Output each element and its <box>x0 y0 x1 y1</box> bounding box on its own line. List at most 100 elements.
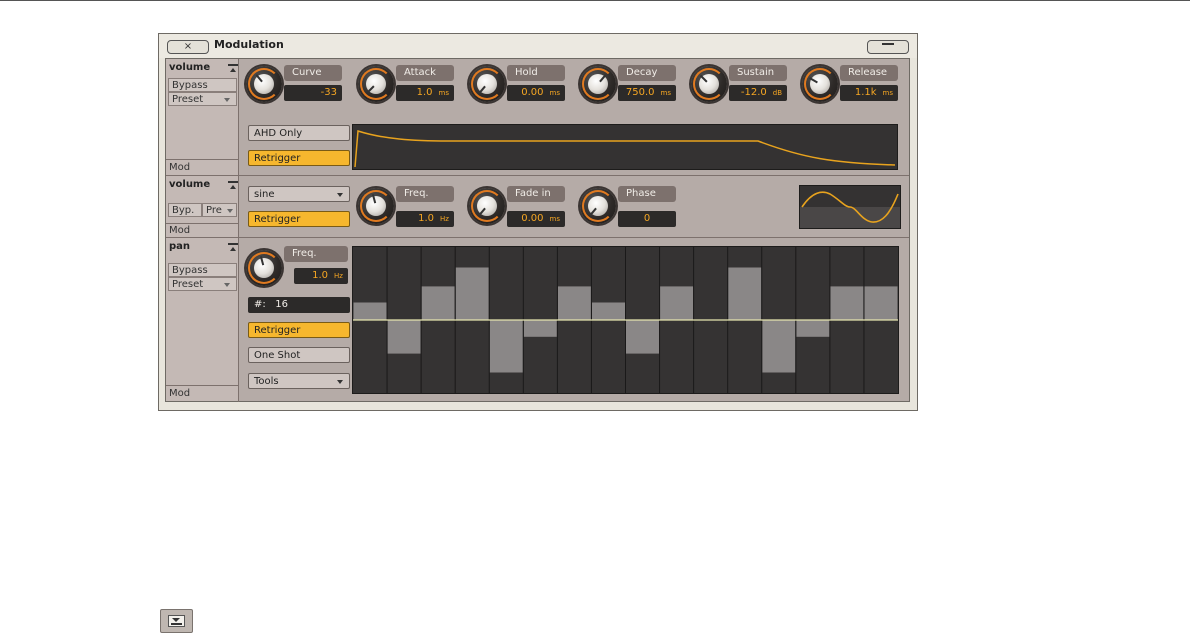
collapse-button[interactable] <box>867 40 909 54</box>
step-freq-value-text: 1.0 <box>312 270 329 281</box>
retrigger-button[interactable]: Retrigger <box>248 322 350 338</box>
step-sequencer-svg <box>353 247 898 393</box>
lfo-waveform-display <box>799 185 901 229</box>
step-bar[interactable] <box>489 320 523 373</box>
hold-unit: ms <box>549 89 560 97</box>
pin-icon[interactable] <box>228 64 238 72</box>
chevron-down-icon <box>224 98 230 102</box>
step-bar[interactable] <box>421 286 455 320</box>
chevron-down-icon <box>337 380 343 384</box>
mod-tab[interactable]: Mod <box>166 154 239 176</box>
step-bar[interactable] <box>864 286 898 320</box>
curve-value-text: -33 <box>320 87 337 98</box>
modulator-list: volume Bypass Preset Mod Curve -33 Attac… <box>165 58 910 402</box>
release-unit: ms <box>882 89 893 97</box>
step-bar[interactable] <box>796 320 830 337</box>
decay-unit: ms <box>660 89 671 97</box>
freq-value[interactable]: 1.0 Hz <box>396 211 454 227</box>
fade-in-label: Fade in <box>507 186 565 202</box>
step-freq-value[interactable]: 1.0 Hz <box>294 268 348 284</box>
bypass-button[interactable]: Bypass <box>168 263 237 277</box>
step-count-value: 16 <box>275 299 289 310</box>
slot-sidebar: pan Bypass Preset Mod <box>166 238 239 402</box>
ahd-only-button[interactable]: AHD Only <box>248 125 350 141</box>
tools-dropdown[interactable]: Tools <box>248 373 350 389</box>
step-bar[interactable] <box>557 286 591 320</box>
decay-value[interactable]: 750.0 ms <box>618 85 676 101</box>
step-bar[interactable] <box>728 267 762 321</box>
attack-value-text: 1.0 <box>416 87 433 98</box>
expand-panel-button[interactable] <box>160 609 193 633</box>
envelope-curve <box>354 129 896 168</box>
bypass-label: Byp. <box>172 205 195 216</box>
hold-value[interactable]: 0.00 ms <box>507 85 565 101</box>
modulation-panel: × Modulation volume Bypass Preset Mod Cu… <box>158 33 918 411</box>
freq-label: Freq. <box>396 186 454 202</box>
fade-in-unit: ms <box>549 215 560 223</box>
mod-tab[interactable]: Mod <box>166 218 239 240</box>
sustain-knob[interactable] <box>691 66 727 102</box>
step-freq-label: Freq. <box>284 246 348 262</box>
preset-label: Preset <box>172 279 204 290</box>
curve-knob[interactable] <box>246 66 282 102</box>
retrigger-button[interactable]: Retrigger <box>248 150 350 166</box>
preset-label: Preset <box>172 94 204 105</box>
pin-icon[interactable] <box>228 243 238 251</box>
step-freq-knob[interactable] <box>246 250 282 286</box>
fade-in-value[interactable]: 0.00 ms <box>507 211 565 227</box>
step-modulator: pan Bypass Preset Mod Freq. 1.0 Hz #: 16 … <box>166 238 909 402</box>
attack-value[interactable]: 1.0 ms <box>396 85 454 101</box>
tools-label: Tools <box>254 376 279 387</box>
panel-titlebar: × Modulation <box>159 34 917 58</box>
fade-in-knob[interactable] <box>469 188 505 224</box>
step-bar[interactable] <box>626 320 660 354</box>
phase-value[interactable]: 0 <box>618 211 676 227</box>
step-bar[interactable] <box>762 320 796 373</box>
lfo-modulator: volume Byp. Pre Mod sine Retrigger Freq.… <box>166 176 909 240</box>
curve-value[interactable]: -33 <box>284 85 342 101</box>
step-count-field[interactable]: #: 16 <box>248 297 350 313</box>
decay-knob[interactable] <box>580 66 616 102</box>
sustain-value[interactable]: -12.0 dB <box>729 85 787 101</box>
curve-label: Curve <box>284 65 342 81</box>
step-bar[interactable] <box>353 302 387 321</box>
attack-unit: ms <box>438 89 449 97</box>
phase-knob[interactable] <box>580 188 616 224</box>
step-bar[interactable] <box>455 267 489 321</box>
envelope-modulator: volume Bypass Preset Mod Curve -33 Attac… <box>166 59 909 176</box>
close-button[interactable]: × <box>167 40 209 54</box>
panel-title: Modulation <box>214 38 284 51</box>
slot-sidebar: volume Byp. Pre Mod <box>166 176 239 240</box>
step-sequencer-grid[interactable] <box>352 246 899 394</box>
pin-icon[interactable] <box>228 181 238 189</box>
preset-dropdown[interactable]: Preset <box>168 92 237 106</box>
envelope-display[interactable] <box>352 124 898 170</box>
bypass-label: Bypass <box>172 265 208 276</box>
bypass-button[interactable]: Byp. <box>168 203 202 217</box>
decay-label: Decay <box>618 65 676 81</box>
attack-knob[interactable] <box>358 66 394 102</box>
modulator-target-name: pan <box>169 241 191 252</box>
bypass-button[interactable]: Bypass <box>168 78 237 92</box>
freq-knob[interactable] <box>358 188 394 224</box>
release-label: Release <box>840 65 898 81</box>
step-bar[interactable] <box>591 302 625 321</box>
step-bar[interactable] <box>660 286 694 320</box>
retrigger-button[interactable]: Retrigger <box>248 211 350 227</box>
step-bar[interactable] <box>387 320 421 354</box>
release-knob[interactable] <box>802 66 838 102</box>
release-value[interactable]: 1.1k ms <box>840 85 898 101</box>
step-bar[interactable] <box>830 286 864 320</box>
waveform-dropdown[interactable]: sine <box>248 186 350 202</box>
freq-unit: Hz <box>440 215 449 223</box>
step-freq-unit: Hz <box>334 272 343 280</box>
preset-dropdown[interactable]: Pre <box>202 203 237 217</box>
sustain-unit: dB <box>772 89 782 97</box>
step-bar[interactable] <box>523 320 557 337</box>
hold-knob[interactable] <box>469 66 505 102</box>
phase-value-text: 0 <box>643 213 651 224</box>
preset-dropdown[interactable]: Preset <box>168 277 237 291</box>
one-shot-button[interactable]: One Shot <box>248 347 350 363</box>
decay-value-text: 750.0 <box>625 87 655 98</box>
mod-tab[interactable]: Mod <box>166 380 239 402</box>
